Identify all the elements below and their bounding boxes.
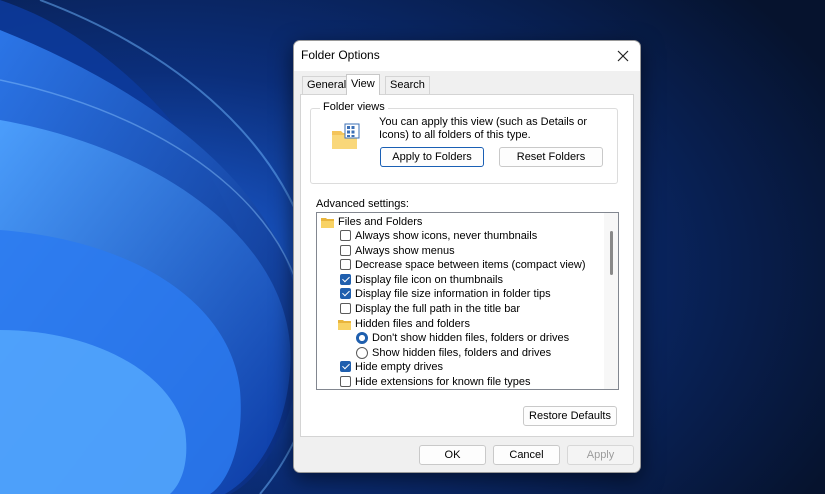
tab-view[interactable]: View [346,74,380,95]
advanced-settings-label: Advanced settings: [316,198,409,210]
reset-folders-button[interactable]: Reset Folders [499,147,603,167]
list-item-label: Display file icon on thumbnails [355,274,503,286]
ok-button[interactable]: OK [419,445,486,465]
close-button[interactable] [612,45,634,67]
checkbox[interactable] [340,274,351,285]
folder-views-description: You can apply this view (such as Details… [379,116,588,141]
folder-icon [321,218,334,228]
list-item-label: Hidden files and folders [355,318,470,330]
dialog-footer: OK Cancel Apply [294,437,640,472]
close-icon [617,50,629,62]
advanced-settings-list[interactable]: Files and Folders Always show icons, nev… [316,212,619,390]
tab-search[interactable]: Search [385,76,430,94]
list-item-label: Display the full path in the title bar [355,303,521,315]
title-bar[interactable]: Folder Options [294,41,640,71]
scrollbar-thumb[interactable] [610,231,613,275]
list-item-label: Files and Folders [338,216,423,228]
checkbox[interactable] [340,230,351,241]
list-item-label: Always show menus [355,245,455,257]
folder-icon [338,320,351,330]
list-item-label: Always show icons, never thumbnails [355,230,538,242]
apply-to-folders-button[interactable]: Apply to Folders [380,147,484,167]
list-item-label: Hide extensions for known file types [355,376,531,388]
list-item-label: Show hidden files, folders and drives [372,347,552,359]
list-item-label: Display file size information in folder … [355,288,551,300]
folder-view-icon [332,123,360,149]
apply-button[interactable]: Apply [567,445,634,465]
checkbox[interactable] [340,361,351,372]
checkbox[interactable] [340,303,351,314]
folder-options-dialog: Folder Options General View Search Folde… [293,40,641,473]
checkbox[interactable] [340,245,351,256]
vertical-scrollbar[interactable] [604,213,618,389]
checkbox[interactable] [340,259,351,270]
checkbox[interactable] [340,376,351,387]
dialog-title: Folder Options [301,48,380,62]
radio-button[interactable] [356,332,368,344]
restore-defaults-button[interactable]: Restore Defaults [523,406,617,426]
checkbox[interactable] [340,288,351,299]
list-item-label: Decrease space between items (compact vi… [355,259,586,271]
folder-views-legend: Folder views [320,101,388,113]
radio-button[interactable] [356,347,368,359]
cancel-button[interactable]: Cancel [493,445,560,465]
list-item-label: Don't show hidden files, folders or driv… [372,332,570,344]
list-item-label: Hide empty drives [355,361,444,373]
tab-general[interactable]: General [302,76,352,94]
